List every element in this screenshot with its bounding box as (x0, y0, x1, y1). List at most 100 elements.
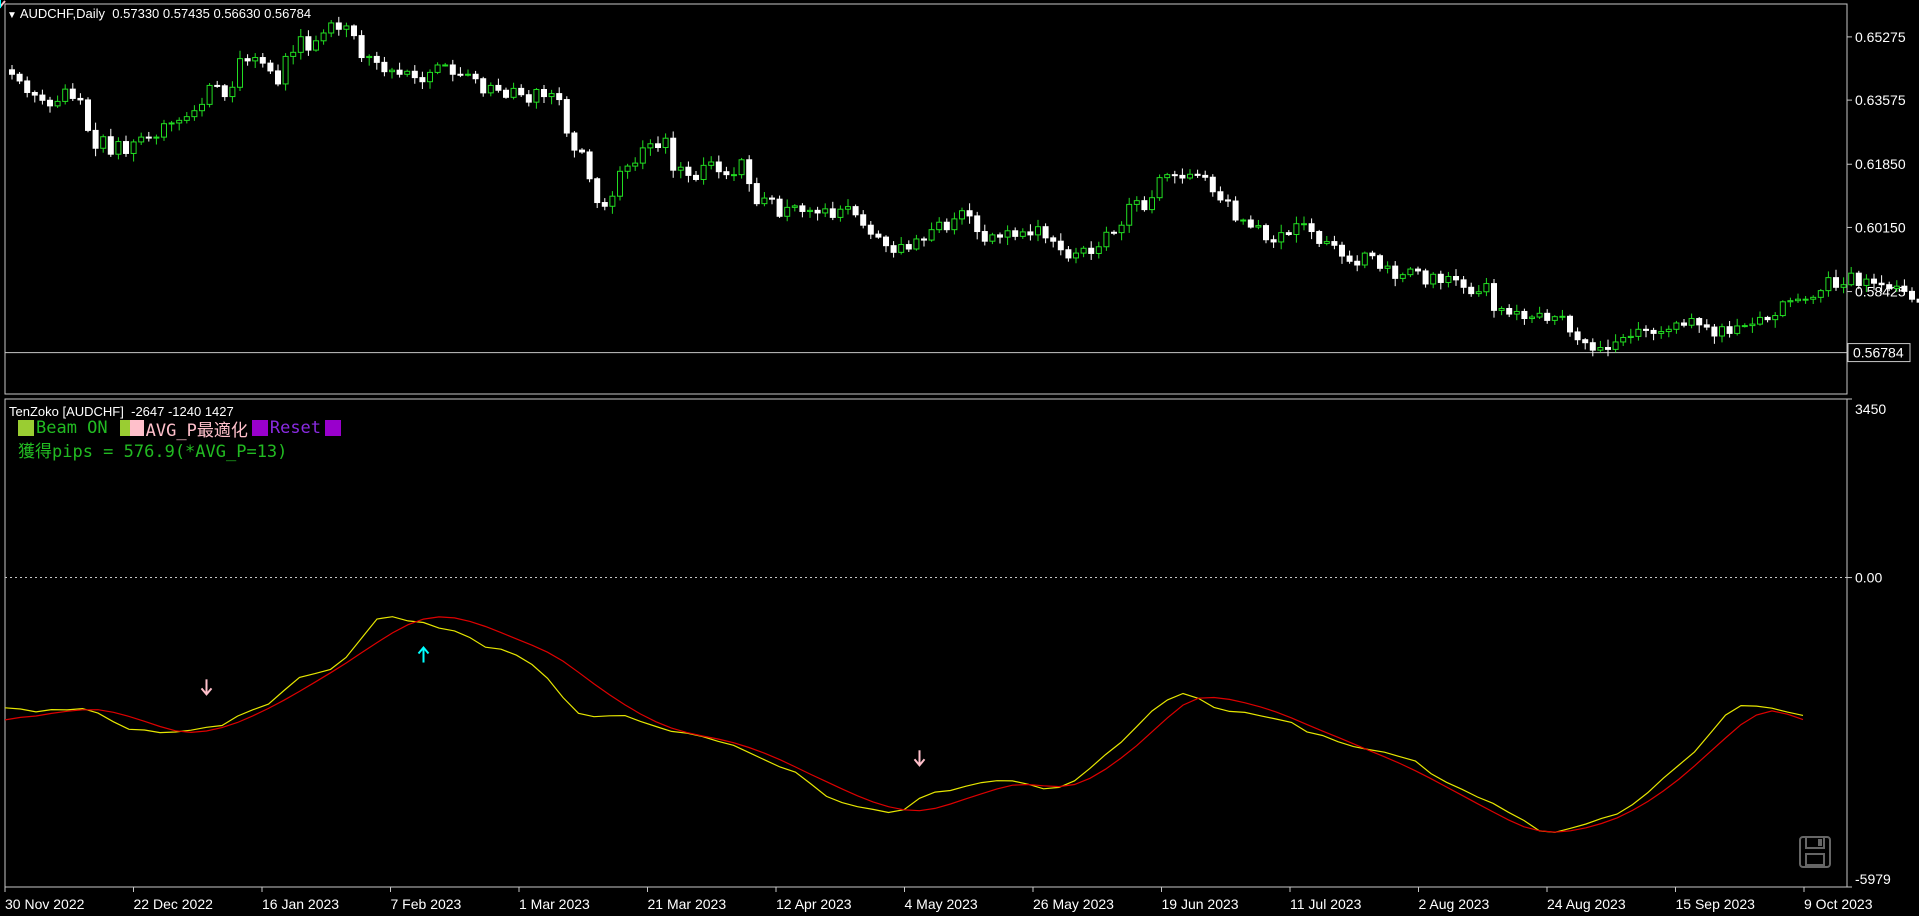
reset-button[interactable]: Reset (251, 418, 343, 438)
candle-body (1422, 270, 1429, 285)
candle (639, 140, 646, 170)
candle-body (1757, 316, 1763, 325)
candle (1559, 309, 1566, 321)
candle-body (1354, 260, 1361, 266)
candle-body (176, 119, 183, 124)
candle (693, 170, 699, 182)
save-icon[interactable] (1799, 836, 1831, 868)
candle (1658, 326, 1665, 339)
candle (1574, 327, 1581, 345)
candle (1080, 245, 1087, 258)
candle (153, 134, 160, 145)
candle (487, 82, 494, 97)
beam-toggle-button[interactable]: Beam ON (18, 418, 108, 438)
candle (1399, 272, 1406, 283)
candle-body (1133, 200, 1140, 205)
candle (1384, 261, 1391, 274)
candle (921, 236, 927, 247)
candle (1263, 223, 1269, 244)
candle (47, 96, 53, 113)
candle-body (533, 89, 540, 103)
candle-body (1392, 265, 1399, 279)
candle-body (351, 25, 357, 37)
candle-body (1893, 285, 1900, 289)
candle-body (449, 64, 456, 75)
time-tick-label: 4 May 2023 (905, 896, 978, 912)
candle-body (1551, 316, 1558, 321)
candle (541, 85, 547, 104)
candle (966, 203, 973, 224)
candle (655, 136, 661, 152)
price-pane: 0.652750.635750.618500.601500.584250.567… (4, 3, 1919, 395)
candle-body (1179, 174, 1186, 179)
candle-body (161, 123, 167, 138)
candle (100, 134, 107, 153)
candle-body (487, 84, 494, 94)
candle-body (563, 99, 570, 134)
candle (1323, 235, 1330, 246)
candle (845, 199, 851, 215)
candle-body (206, 84, 213, 105)
candle (1361, 251, 1368, 269)
candle (829, 201, 836, 221)
candle-body (214, 84, 221, 87)
reset-square-icon (251, 420, 268, 436)
candle-body (814, 209, 821, 214)
candle-body (1301, 223, 1307, 226)
candle (123, 135, 129, 157)
candle (1179, 168, 1186, 184)
candle-body (525, 94, 532, 103)
candle (579, 148, 585, 154)
candle-body (1817, 290, 1824, 298)
candle (1126, 197, 1133, 233)
candle-body (1589, 342, 1596, 351)
candle-body (47, 99, 53, 107)
candle (905, 240, 912, 252)
candle-body (1810, 296, 1817, 300)
candle-body (229, 86, 236, 98)
candle (1308, 218, 1315, 240)
candle (85, 97, 91, 133)
candle (1187, 169, 1193, 180)
price-tick-label: 0.60150 (1855, 219, 1906, 235)
candle (1012, 227, 1019, 241)
candle-body (328, 22, 335, 34)
candle-body (244, 58, 251, 62)
candle-body (928, 229, 935, 241)
candle-body (860, 214, 867, 226)
candle-body (480, 78, 487, 94)
candle (1331, 235, 1338, 250)
candle (1612, 334, 1619, 353)
candle-body (738, 159, 745, 176)
candle-body (601, 202, 608, 207)
candle (632, 157, 639, 171)
avg-square-left-icon (119, 420, 130, 436)
candle-body (1483, 283, 1490, 293)
candle (1711, 323, 1718, 344)
candle-body (252, 57, 259, 62)
candle-body (761, 197, 768, 205)
candle (807, 207, 813, 218)
candle (890, 241, 897, 258)
candle (1057, 233, 1064, 256)
candle (183, 112, 190, 124)
candle-body (1149, 197, 1155, 211)
candle (1217, 186, 1224, 203)
candle (480, 76, 487, 97)
candle-body (1521, 310, 1528, 320)
price-pane-frame (4, 3, 1848, 395)
candle-body (875, 233, 882, 238)
candle (1133, 196, 1140, 212)
ohlc-values: 0.57330 0.57435 0.56630 0.56784 (112, 6, 312, 21)
candle (54, 95, 61, 108)
candle (1696, 317, 1703, 333)
candle-body (1088, 247, 1095, 254)
time-tick-label: 2 Aug 2023 (1419, 896, 1490, 912)
candle-body (624, 165, 631, 172)
candle (525, 90, 532, 107)
collapse-triangle-icon[interactable]: ▼ (7, 10, 17, 21)
candle-body (1339, 244, 1345, 257)
candle (396, 62, 403, 78)
candle-body (731, 174, 737, 177)
indicator-tick-label: -5979 (1855, 871, 1891, 887)
